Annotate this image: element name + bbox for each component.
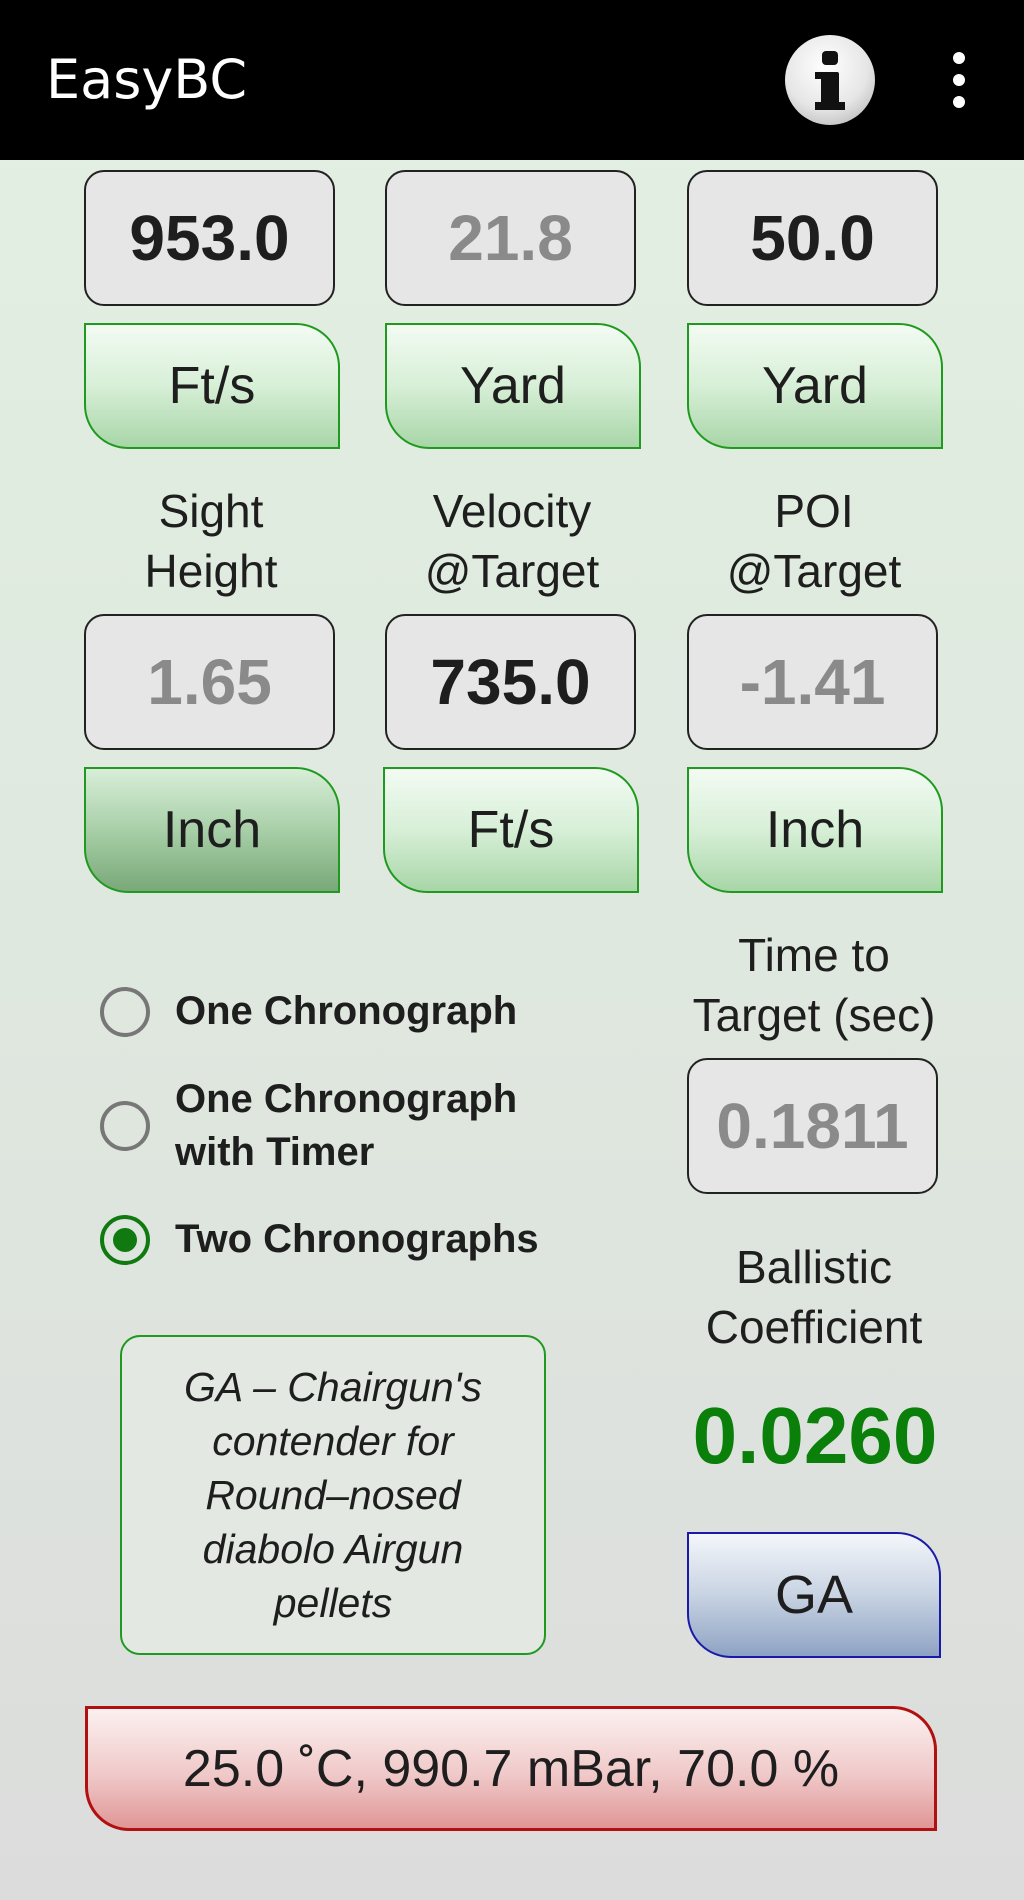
target-distance-field[interactable]: 50.0 <box>687 170 938 306</box>
poi-at-target-label: POI @Target <box>726 485 902 597</box>
radio-two-chronographs[interactable]: Two Chronographs <box>100 1213 595 1266</box>
app-bar: EasyBC <box>0 0 1024 160</box>
target-distance-unit-button[interactable]: Yard <box>687 323 943 449</box>
info-icon[interactable] <box>785 35 875 125</box>
radio-button[interactable] <box>100 986 150 1037</box>
radio-button-selected[interactable] <box>100 1214 150 1265</box>
time-to-target-label: Time to Target (sec) <box>692 929 936 1041</box>
drag-model-description: GA – Chairgun's contender for Round–nose… <box>120 1335 546 1655</box>
app-title: EasyBC <box>46 48 248 111</box>
velocity-at-target-field[interactable]: 735.0 <box>385 614 636 750</box>
ballistic-coefficient-label: Ballistic Coefficient <box>705 1241 923 1353</box>
velocity-at-target-label: Velocity @Target <box>424 485 600 597</box>
poi-unit-button[interactable]: Inch <box>687 767 943 893</box>
zero-range-unit-button[interactable]: Yard <box>385 323 641 449</box>
sight-height-unit-button[interactable]: Inch <box>84 767 340 893</box>
ballistic-coefficient-value: 0.0260 <box>692 1391 938 1480</box>
velocity-at-target-unit-button[interactable]: Ft/s <box>383 767 639 893</box>
poi-at-target-field[interactable]: -1.41 <box>687 614 938 750</box>
environment-button[interactable]: 25.0 ˚C, 990.7 mBar, 70.0 % <box>85 1706 937 1831</box>
radio-one-chronograph[interactable]: One Chronograph <box>100 985 595 1038</box>
sight-height-label: Sight Height <box>144 485 278 597</box>
drag-model-button[interactable]: GA <box>687 1532 941 1658</box>
radio-one-chronograph-timer[interactable]: One Chronograph with Timer <box>100 1073 595 1179</box>
velocity-unit-button[interactable]: Ft/s <box>84 323 340 449</box>
radio-button[interactable] <box>100 1101 150 1151</box>
time-to-target-field: 0.1811 <box>687 1058 938 1194</box>
sight-height-field[interactable]: 1.65 <box>84 614 335 750</box>
range-at-zero-field[interactable]: 21.8 <box>385 170 636 306</box>
more-vert-icon[interactable] <box>945 52 975 108</box>
muzzle-velocity-field[interactable]: 953.0 <box>84 170 335 306</box>
